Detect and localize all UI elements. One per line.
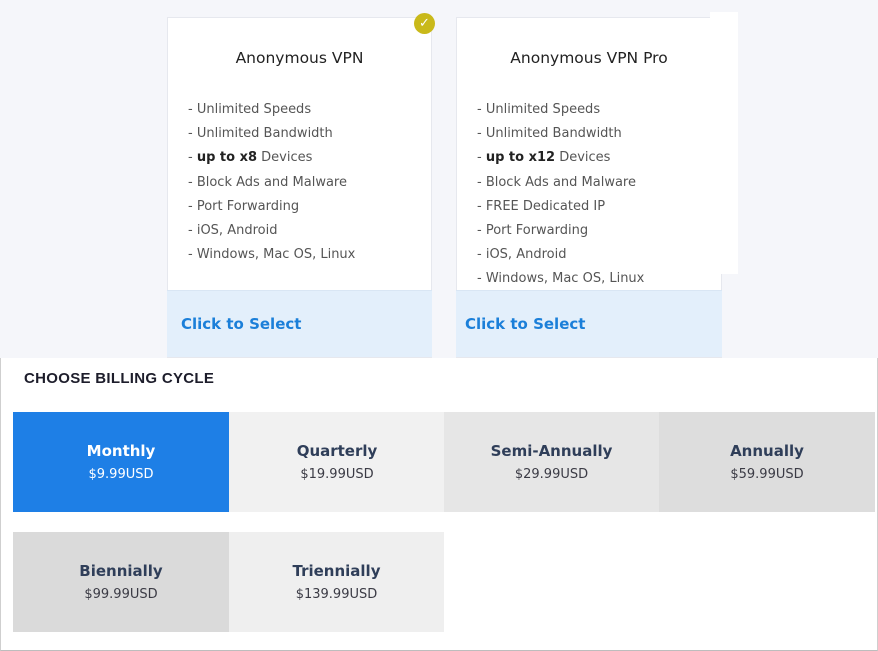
feature-item: - Windows, Mac OS, Linux: [477, 271, 645, 287]
billing-option-name: Semi-Annually: [490, 442, 613, 460]
feature-item: - iOS, Android: [477, 247, 567, 263]
billing-option-price: $139.99USD: [295, 587, 378, 602]
select-area[interactable]: Click to Select: [167, 290, 432, 357]
billing-option-name: Triennially: [292, 562, 381, 580]
feature-item: - Unlimited Bandwidth: [477, 126, 622, 142]
feature-item: - FREE Dedicated IP: [477, 198, 606, 214]
billing-option-triennially[interactable]: Triennially $139.99USD: [229, 532, 444, 632]
feature-item: - Block Ads and Malware: [188, 174, 347, 190]
checkmark-icon: ✓: [414, 13, 435, 34]
billing-option-annually[interactable]: Annually $59.99USD: [659, 412, 875, 512]
plan-card-anonymous-vpn[interactable]: Anonymous VPN - Unlimited Speeds - Unlimi…: [167, 17, 432, 358]
billing-cycle-heading: CHOOSE BILLING CYCLE: [24, 370, 215, 387]
card-overlay: [710, 12, 738, 274]
billing-option-quarterly[interactable]: Quarterly $19.99USD: [229, 412, 445, 512]
click-to-select-link[interactable]: Click to Select: [181, 315, 301, 333]
billing-option-price: $29.99USD: [514, 467, 589, 482]
billing-option-name: Quarterly: [296, 442, 378, 460]
billing-option-price: $19.99USD: [300, 467, 374, 482]
page: Anonymous VPN - Unlimited Speeds - Unlimi…: [0, 0, 878, 651]
feature-item: - Windows, Mac OS, Linux: [188, 247, 356, 263]
feature-list: - Unlimited Speeds - Unlimited Bandwidth -…: [477, 98, 644, 292]
feature-item: - up to x12 Devices: [477, 150, 611, 166]
feature-item: - Block Ads and Malware: [477, 174, 636, 190]
feature-highlight: up to x8: [196, 150, 258, 166]
billing-option-price: $59.99USD: [730, 467, 804, 482]
click-to-select-link[interactable]: Click to Select: [465, 315, 585, 333]
billing-option-monthly[interactable]: Monthly $9.99USD: [13, 412, 229, 512]
feature-item: - Unlimited Bandwidth: [188, 126, 333, 142]
feature-item: - Unlimited Speeds: [188, 102, 312, 117]
feature-item: - Unlimited Speeds: [477, 102, 601, 117]
billing-option-name: Monthly: [86, 442, 156, 460]
plan-title: Anonymous VPN Pro: [510, 49, 668, 67]
feature-item: - Port Forwarding: [477, 223, 589, 239]
feature-item: - iOS, Android: [188, 223, 278, 239]
billing-option-name: Annually: [730, 442, 804, 460]
billing-option-name: Biennially: [79, 562, 163, 580]
billing-option-biennially[interactable]: Biennially $99.99USD: [13, 532, 229, 632]
billing-option-price: $9.99USD: [88, 467, 154, 482]
billing-cycle-panel: CHOOSE BILLING CYCLE Monthly $9.99USD Qu…: [0, 358, 878, 651]
feature-item: - Port Forwarding: [188, 198, 300, 214]
plan-title: Anonymous VPN: [235, 49, 364, 67]
feature-item: - up to x8 Devices: [188, 150, 313, 166]
billing-option-price: $99.99USD: [84, 587, 158, 602]
feature-list: - Unlimited Speeds - Unlimited Bandwidth -…: [188, 98, 355, 267]
plan-card-anonymous-vpn-pro[interactable]: Anonymous VPN Pro - Unlimited Speeds - Un…: [456, 17, 722, 358]
feature-highlight: up to x12: [485, 150, 556, 166]
billing-option-semi-annually[interactable]: Semi-Annually $29.99USD: [444, 412, 659, 512]
select-area[interactable]: Click to Select: [456, 290, 722, 357]
